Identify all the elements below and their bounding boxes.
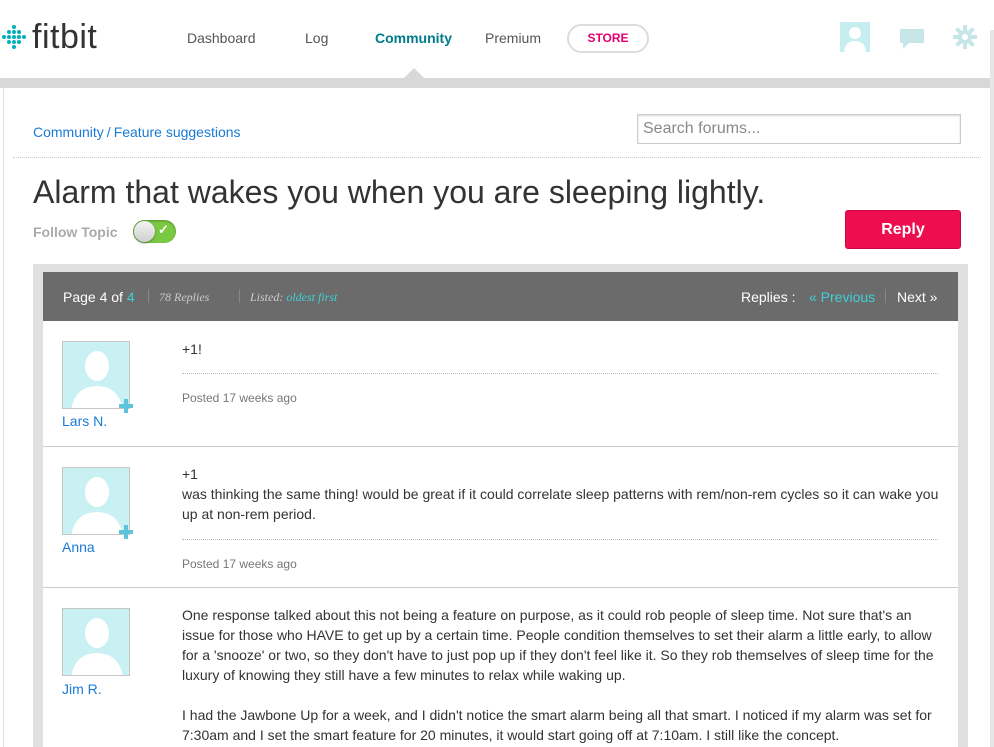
total-pages-link[interactable]: 4 [127, 289, 135, 305]
default-avatar-icon [71, 618, 123, 675]
breadcrumb-feature-suggestions[interactable]: Feature suggestions [114, 124, 241, 140]
post-author[interactable]: Lars N. [62, 413, 107, 429]
breadcrumb-separator: / [106, 124, 111, 140]
pager-separator [239, 289, 240, 303]
post-author[interactable]: Anna [62, 539, 95, 555]
post-paragraph: One response talked about this not being… [182, 607, 934, 683]
listed-order: Listed: oldest first [250, 290, 337, 305]
post-body: +1 was thinking the same thing! would be… [182, 464, 942, 524]
next-page-link[interactable]: Next » [897, 289, 937, 305]
check-icon: ✓ [158, 222, 169, 237]
logo-text: fitbit [32, 18, 98, 56]
post-item: Jim R. One response talked about this no… [43, 588, 958, 747]
post-text: +1! [182, 341, 202, 357]
follow-topic-label: Follow Topic [33, 224, 118, 240]
replies-count: 78 Replies [159, 290, 210, 304]
breadcrumb: Community / Feature suggestions [33, 124, 241, 140]
topic-title: Alarm that wakes you when you are sleepi… [33, 174, 766, 210]
search-forums-input[interactable] [637, 114, 961, 144]
previous-page-link[interactable]: « Previous [809, 289, 875, 305]
plus-badge-icon [119, 525, 133, 539]
post-item: Lars N. +1! Posted 17 weeks ago [43, 321, 958, 447]
plus-badge-icon [119, 399, 133, 413]
pager-separator [148, 289, 149, 303]
listed-order-link[interactable]: oldest first [286, 290, 337, 304]
post-divider [182, 539, 938, 540]
post-text: was thinking the same thing! would be gr… [182, 486, 939, 522]
post-list: Lars N. +1! Posted 17 weeks ago Anna +1 … [43, 321, 958, 747]
toggle-knob [134, 221, 155, 242]
post-timestamp: Posted 17 weeks ago [182, 557, 297, 571]
page-label: Page 4 of [63, 289, 123, 305]
post-body: +1! [182, 339, 942, 359]
nav-dashboard[interactable]: Dashboard [187, 30, 256, 46]
post-author[interactable]: Jim R. [62, 681, 102, 697]
nav-community[interactable]: Community [375, 30, 452, 46]
avatar[interactable] [62, 608, 130, 676]
breadcrumb-community[interactable]: Community [33, 124, 104, 140]
scrollbar[interactable] [990, 30, 994, 747]
top-nav: fitbit Dashboard Log Community Premium S… [0, 0, 994, 78]
nav-underline-band [0, 78, 994, 88]
page-indicator: Page 4 of 4 [63, 289, 135, 305]
thread-pager-bar: Page 4 of 4 78 Replies Listed: oldest fi… [43, 272, 958, 321]
post-item: Anna +1 was thinking the same thing! wou… [43, 447, 958, 588]
post-timestamp: Posted 17 weeks ago [182, 391, 297, 405]
fitbit-logo[interactable]: fitbit [2, 20, 97, 54]
post-text: +1 [182, 466, 198, 482]
nav-log[interactable]: Log [305, 30, 328, 46]
post-paragraph: I had the Jawbone Up for a week, and I d… [182, 707, 932, 743]
profile-avatar-icon[interactable] [840, 22, 870, 52]
listed-label: Listed: [250, 290, 284, 304]
reply-button[interactable]: Reply [845, 210, 961, 249]
store-button[interactable]: STORE [567, 24, 649, 53]
active-nav-pointer [403, 68, 425, 79]
replies-nav-label: Replies : [741, 289, 796, 305]
follow-topic-toggle[interactable]: ✓ [133, 220, 176, 243]
messages-icon[interactable] [899, 28, 925, 50]
fitbit-dots-icon [2, 25, 26, 49]
pager-separator [885, 289, 886, 303]
post-body: One response talked about this not being… [182, 605, 942, 745]
nav-premium[interactable]: Premium [485, 30, 541, 46]
settings-gear-icon[interactable] [953, 25, 977, 49]
divider [13, 157, 981, 158]
post-divider [182, 373, 938, 374]
